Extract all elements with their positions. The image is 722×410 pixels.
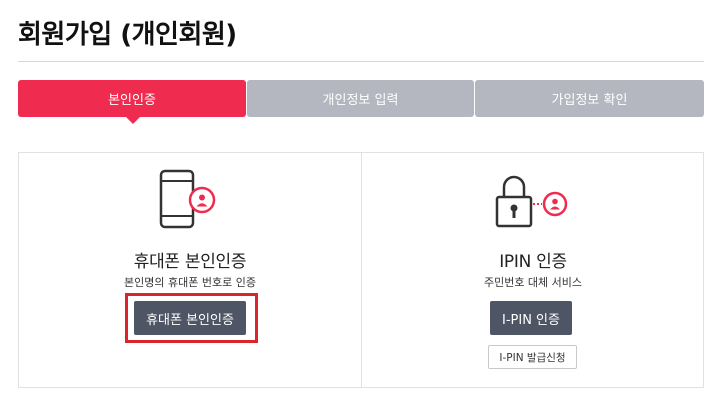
step-identity-verification[interactable]: 본인인증 [18,80,246,117]
ipin-auth-title: IPIN 인증 [499,252,567,272]
step-confirm-info[interactable]: 가입정보 확인 [475,80,704,117]
padlock-user-icon [495,175,568,228]
ipin-auth-button[interactable]: I-PIN 인증 [490,301,572,335]
phone-auth-button[interactable]: 휴대폰 본인인증 [134,301,246,335]
ipin-issue-button[interactable]: I-PIN 발급신청 [488,345,577,369]
title-divider [18,61,704,62]
phone-auth-description: 본인명의 휴대폰 번호로 인증 [124,276,256,289]
signup-steps: 본인인증 개인정보 입력 가입정보 확인 [18,80,704,124]
auth-methods-box: 휴대폰 본인인증 본인명의 휴대폰 번호로 인증 휴대폰 본인인증 IPIN 인… [18,152,704,388]
smartphone-user-icon [159,169,216,229]
ipin-auth-panel: IPIN 인증 주민번호 대체 서비스 I-PIN 인증 I-PIN 발급신청 [362,153,704,387]
step-personal-info[interactable]: 개인정보 입력 [247,80,474,117]
ipin-auth-description: 주민번호 대체 서비스 [483,276,583,289]
active-step-pointer [125,116,141,124]
page-title: 회원가입 (개인회원) [18,20,237,50]
phone-auth-title: 휴대폰 본인인증 [133,252,247,272]
phone-auth-panel: 휴대폰 본인인증 본인명의 휴대폰 번호로 인증 휴대폰 본인인증 [19,153,361,387]
